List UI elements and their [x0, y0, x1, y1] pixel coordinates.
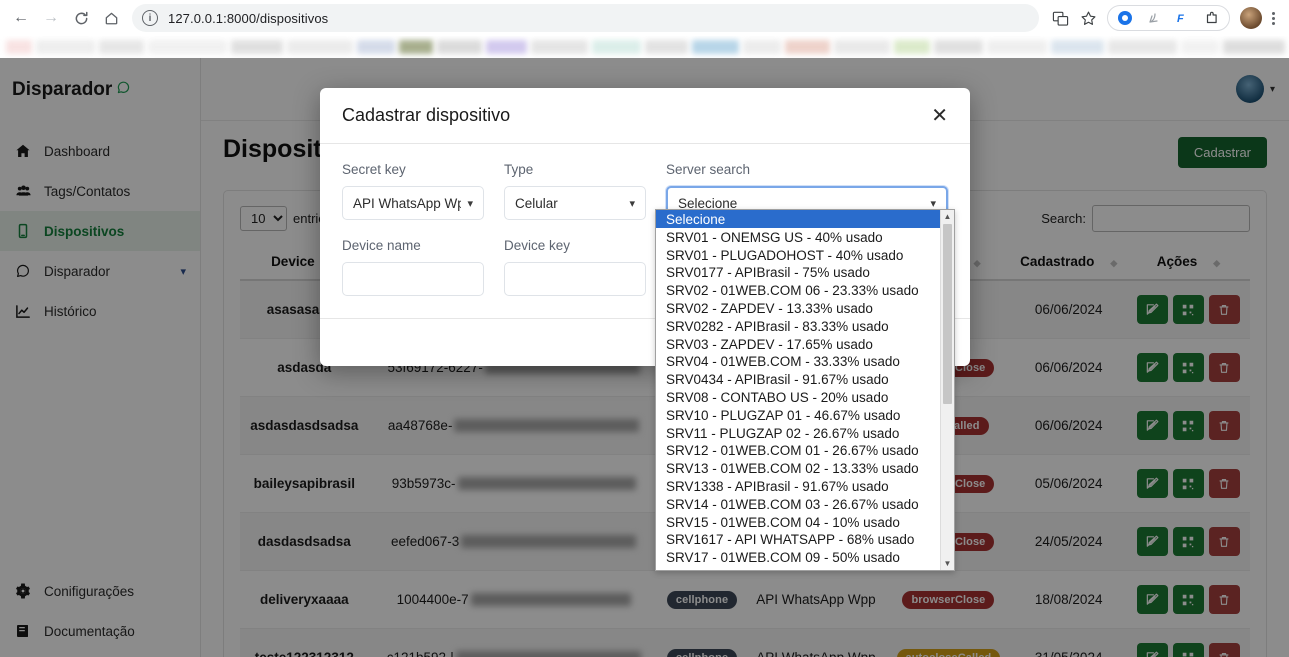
close-icon[interactable]: ✕ — [931, 106, 948, 126]
dropdown-option[interactable]: SRV17 - 01WEB.COM 09 - 50% usado — [656, 548, 954, 566]
type-value: Celular — [515, 195, 558, 211]
forward-icon[interactable]: → — [36, 3, 66, 33]
dropdown-option[interactable]: SRV02 - 01WEB.COM 06 - 23.33% usado — [656, 281, 954, 299]
chevron-down-icon: ▾ — [629, 197, 635, 210]
dropdown-option[interactable]: SRV02 - ZAPDEV - 13.33% usado — [656, 299, 954, 317]
dropdown-option[interactable]: SRV13 - 01WEB.COM 02 - 13.33% usado — [656, 459, 954, 477]
dropdown-option[interactable]: SRV04 - 01WEB.COM - 33.33% usado — [656, 352, 954, 370]
url-text: 127.0.0.1:8000/dispositivos — [168, 10, 329, 26]
device-key-input[interactable] — [504, 262, 646, 296]
type-select[interactable]: Celular ▾ — [504, 186, 646, 220]
browser-actions: F — [1047, 5, 1289, 31]
extension-outline-icon[interactable] — [1141, 5, 1167, 31]
field-device-key: Device key — [504, 238, 646, 296]
scrollbar-thumb[interactable] — [943, 224, 952, 404]
chevron-down-icon: ▾ — [467, 197, 473, 210]
home-icon[interactable] — [96, 3, 126, 33]
dropdown-option[interactable]: SRV01 - PLUGADOHOST - 40% usado — [656, 246, 954, 264]
dropdown-option[interactable]: SRV1338 - APIBrasil - 91.67% usado — [656, 477, 954, 495]
server-search-dropdown[interactable]: Selecione SRV01 - ONEMSG US - 40% usado SR… — [655, 209, 955, 571]
caret-up-icon[interactable]: ▲ — [944, 210, 952, 223]
field-secret-key: Secret key API WhatsApp Wpp ▾ — [342, 162, 484, 220]
caret-down-icon[interactable]: ▼ — [944, 557, 952, 570]
dropdown-option[interactable]: SRV0282 - APIBrasil - 83.33% usado — [656, 317, 954, 335]
device-name-input[interactable] — [342, 262, 484, 296]
extension-blue-circle-icon[interactable] — [1112, 5, 1138, 31]
chevron-down-icon: ▾ — [930, 197, 936, 210]
dropdown-option[interactable]: SRV03 - ZAPDEV - 17.65% usado — [656, 335, 954, 353]
dropdown-option[interactable]: SRV10 - PLUGZAP 01 - 46.67% usado — [656, 406, 954, 424]
dropdown-option[interactable]: SRV11 - PLUGZAP 02 - 26.67% usado — [656, 424, 954, 442]
browser-toolbar: ← → i 127.0.0.1:8000/dispositivos F — [0, 0, 1289, 36]
device-name-label: Device name — [342, 238, 421, 253]
secret-key-label: Secret key — [342, 162, 406, 177]
dropdown-option[interactable]: SRV0434 - APIBrasil - 91.67% usado — [656, 370, 954, 388]
kebab-menu-icon[interactable] — [1268, 11, 1283, 25]
field-type: Type Celular ▾ — [504, 162, 646, 220]
svg-text:F: F — [1177, 13, 1184, 25]
extensions-pill: F — [1107, 5, 1230, 31]
dropdown-option[interactable]: SRV15 - 01WEB.COM 04 - 10% usado — [656, 513, 954, 531]
extension-f-icon[interactable]: F — [1170, 5, 1196, 31]
modal-header: Cadastrar dispositivo ✕ — [320, 88, 970, 144]
dropdown-option[interactable]: SRV0177 - APIBrasil - 75% usado — [656, 263, 954, 281]
secret-key-value: API WhatsApp Wpp — [353, 195, 462, 211]
profile-avatar-icon[interactable] — [1240, 7, 1262, 29]
back-icon[interactable]: ← — [6, 3, 36, 33]
bookmarks-bar — [0, 36, 1289, 58]
dropdown-option[interactable]: SRV12 - 01WEB.COM 01 - 26.67% usado — [656, 441, 954, 459]
secret-key-select[interactable]: API WhatsApp Wpp ▾ — [342, 186, 484, 220]
reload-icon[interactable] — [66, 3, 96, 33]
dropdown-option[interactable]: SRV14 - 01WEB.COM 03 - 26.67% usado — [656, 495, 954, 513]
dropdown-option[interactable]: SRV08 - CONTABO US - 20% usado — [656, 388, 954, 406]
dropdown-option[interactable]: Selecione — [656, 210, 954, 228]
star-icon[interactable] — [1075, 5, 1101, 31]
field-device-name: Device name — [342, 238, 484, 296]
device-key-label: Device key — [504, 238, 571, 253]
dropdown-list: Selecione SRV01 - ONEMSG US - 40% usado SR… — [656, 210, 954, 570]
address-bar[interactable]: i 127.0.0.1:8000/dispositivos — [132, 4, 1039, 32]
dropdown-option[interactable]: SRV01 - ONEMSG US - 40% usado — [656, 228, 954, 246]
dropdown-option[interactable]: SRV1617 - API WHATSAPP - 68% usado — [656, 530, 954, 548]
site-info-icon[interactable]: i — [142, 10, 158, 26]
modal-title: Cadastrar dispositivo — [342, 105, 511, 125]
server-search-label: Server search — [666, 162, 751, 177]
extension-puzzle-icon[interactable] — [1199, 5, 1225, 31]
translate-icon[interactable] — [1047, 5, 1073, 31]
dropdown-scrollbar[interactable]: ▲ ▼ — [940, 210, 954, 570]
type-label: Type — [504, 162, 534, 177]
